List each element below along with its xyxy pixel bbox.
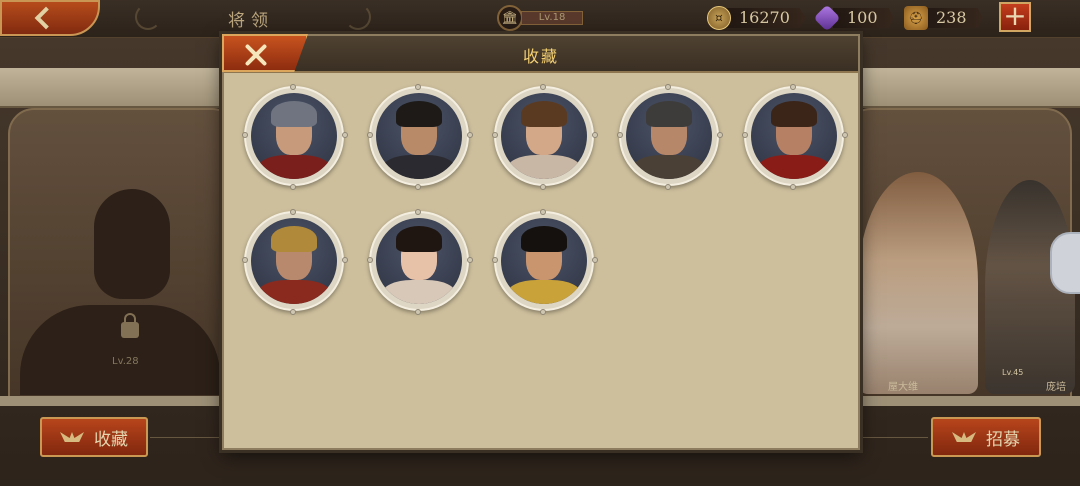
frame-stud <box>415 309 421 315</box>
frame-stud <box>290 84 296 90</box>
frame-stud <box>665 84 671 90</box>
frame-stud <box>290 309 296 315</box>
frame-stud <box>342 257 348 263</box>
frame-stud <box>592 132 598 138</box>
close-button[interactable] <box>222 34 308 72</box>
portrait-bearded-warrior[interactable] <box>742 84 848 190</box>
frame-stud <box>665 184 671 190</box>
frame-stud <box>617 132 623 138</box>
frame-stud <box>742 132 748 138</box>
frame-stud <box>415 209 421 215</box>
frame-stud <box>290 209 296 215</box>
portrait-centurion-gold-helmet[interactable] <box>242 209 348 315</box>
frame-stud <box>342 132 348 138</box>
frame-stud <box>540 209 546 215</box>
frame-stud <box>790 184 796 190</box>
portrait-image <box>251 218 337 304</box>
frame-stud <box>592 257 598 263</box>
frame-stud <box>540 184 546 190</box>
frame-stud <box>367 132 373 138</box>
frame-stud <box>790 84 796 90</box>
frame-stud <box>242 257 248 263</box>
frame-stud <box>842 132 848 138</box>
frame-stud <box>290 184 296 190</box>
frame-stud <box>492 257 498 263</box>
collection-modal: 收藏 <box>222 34 860 450</box>
portrait-asian-general[interactable] <box>367 84 473 190</box>
frame-stud <box>717 132 723 138</box>
portrait-egyptian-queen[interactable] <box>492 209 598 315</box>
close-icon <box>244 43 268 67</box>
frame-stud <box>415 84 421 90</box>
portrait-grey-veteran[interactable] <box>617 84 723 190</box>
portrait-image <box>751 93 837 179</box>
portrait-legionary-helmet[interactable] <box>242 84 348 190</box>
portrait-image <box>376 93 462 179</box>
portrait-young-man[interactable] <box>492 84 598 190</box>
frame-stud <box>492 132 498 138</box>
coin-icon: ¤ <box>707 6 731 30</box>
frame-stud <box>467 257 473 263</box>
modal-header: 收藏 <box>224 36 858 73</box>
portrait-image <box>501 93 587 179</box>
portrait-image <box>501 218 587 304</box>
portrait-noble-lady[interactable] <box>367 209 473 315</box>
frame-stud <box>415 184 421 190</box>
portrait-image <box>376 218 462 304</box>
frame-stud <box>540 84 546 90</box>
frame-stud <box>242 132 248 138</box>
frame-stud <box>467 132 473 138</box>
frame-stud <box>367 257 373 263</box>
frame-stud <box>540 309 546 315</box>
modal-title: 收藏 <box>522 47 559 66</box>
portrait-image <box>251 93 337 179</box>
helmet-token-icon: ⛑ <box>904 6 928 30</box>
portrait-image <box>626 93 712 179</box>
